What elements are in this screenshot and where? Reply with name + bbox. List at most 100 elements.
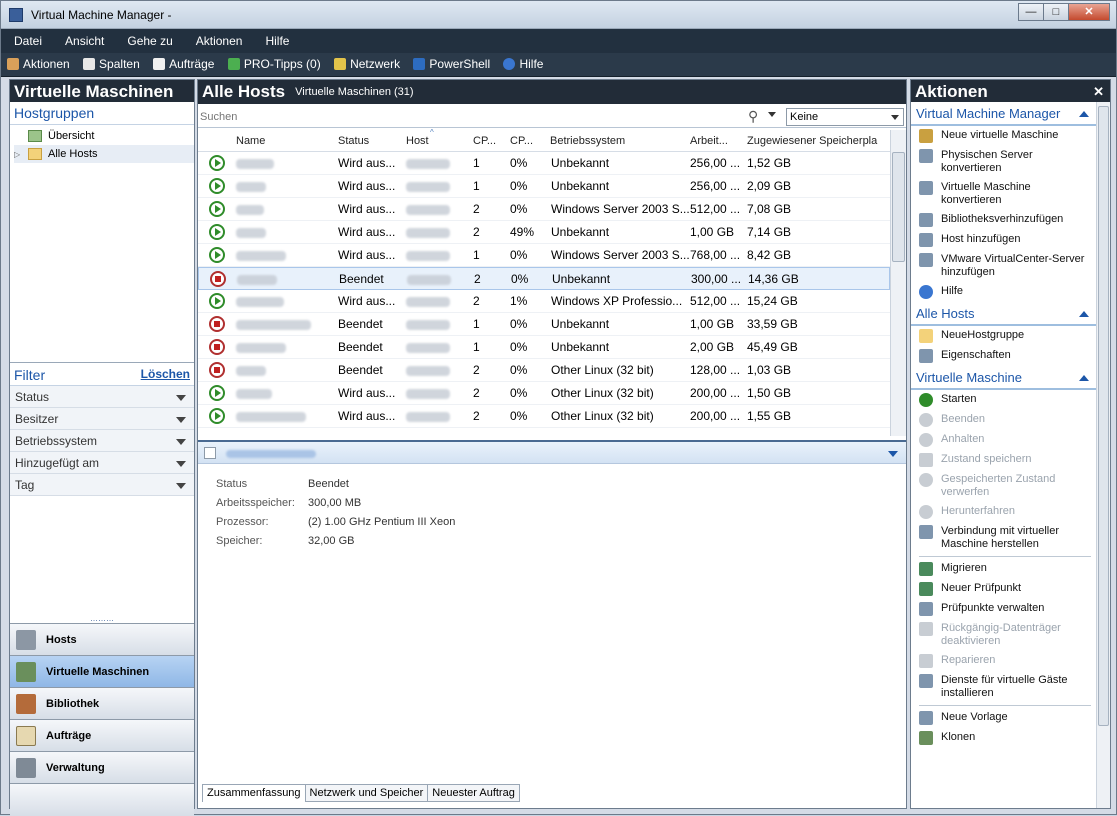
- action-item[interactable]: Prüfpunkte verwalten: [911, 599, 1097, 619]
- actions-scrollbar[interactable]: [1096, 102, 1110, 808]
- vm-name-redacted: [236, 320, 311, 330]
- search-input[interactable]: [200, 108, 744, 126]
- table-row[interactable]: Wird aus... 2 0% Windows Server 2003 S... 51…: [198, 198, 890, 221]
- filter-owner[interactable]: Besitzer: [10, 408, 194, 430]
- cell-cpu-count: 1: [473, 340, 480, 354]
- action-label: Prüfpunkte verwalten: [941, 602, 1045, 614]
- search-dropdown-icon[interactable]: [768, 112, 776, 117]
- close-pane-icon[interactable]: ✕: [1093, 84, 1104, 100]
- action-item[interactable]: Neue virtuelle Maschine: [911, 126, 1097, 146]
- menu-hilfe[interactable]: Hilfe: [252, 29, 299, 48]
- col-host[interactable]: Host: [406, 135, 429, 147]
- action-item[interactable]: Klonen: [911, 728, 1097, 748]
- host-name-redacted: [407, 275, 451, 285]
- action-item[interactable]: Bibliotheksverhinzufügen: [911, 210, 1097, 230]
- action-item[interactable]: Starten: [911, 390, 1097, 410]
- table-row[interactable]: Wird aus... 1 0% Unbekannt 256,00 ... 1,52 GB: [198, 152, 890, 175]
- col-name[interactable]: Name: [236, 135, 265, 147]
- cell-status: Wird aus...: [338, 225, 396, 239]
- nav-hosts[interactable]: Hosts: [10, 623, 194, 655]
- col-cpu-count[interactable]: CP...: [473, 135, 496, 147]
- table-row[interactable]: Wird aus... 2 0% Other Linux (32 bit) 200,00…: [198, 405, 890, 428]
- tab-summary[interactable]: Zusammenfassung: [202, 784, 306, 802]
- tab-latest-job[interactable]: Neuester Auftrag: [427, 784, 520, 802]
- col-os[interactable]: Betriebssystem: [550, 135, 625, 147]
- close-button[interactable]: ✕: [1068, 3, 1110, 21]
- toolbar-label: Aufträge: [169, 57, 215, 71]
- title-bar: Virtual Machine Manager - — □ ✕: [1, 1, 1116, 29]
- nav-jobs[interactable]: Aufträge: [10, 719, 194, 751]
- nav-administration[interactable]: Verwaltung: [10, 751, 194, 783]
- detail-value: Beendet: [308, 478, 349, 490]
- action-item[interactable]: Neue Vorlage: [911, 708, 1097, 728]
- filter-tag[interactable]: Tag: [10, 474, 194, 496]
- action-item[interactable]: NeueHostgruppe: [911, 326, 1097, 346]
- action-item[interactable]: Verbindung mit virtueller Maschine herst…: [911, 522, 1097, 554]
- filter-clear-link[interactable]: Löschen: [141, 367, 190, 382]
- maximize-button[interactable]: □: [1043, 3, 1069, 21]
- filter-added[interactable]: Hinzugefügt am: [10, 452, 194, 474]
- search-icon[interactable]: ⚲: [748, 108, 758, 125]
- cell-storage: 8,42 GB: [747, 248, 792, 262]
- table-row[interactable]: Wird aus... 2 49% Unbekannt 1,00 GB 7,14 GB: [198, 221, 890, 244]
- table-row[interactable]: Beendet 1 0% Unbekannt 2,00 GB 45,49 GB: [198, 336, 890, 359]
- filter-label: Filter: [14, 367, 46, 383]
- cell-cpu-count: 2: [473, 363, 480, 377]
- table-row[interactable]: Wird aus... 1 0% Unbekannt 256,00 ... 2,09 GB: [198, 175, 890, 198]
- action-item[interactable]: Virtuelle Maschine konvertieren: [911, 178, 1097, 210]
- nav-label: Aufträge: [46, 729, 92, 742]
- grid-scrollbar[interactable]: [890, 130, 906, 436]
- table-row[interactable]: Wird aus... 1 0% Windows Server 2003 S... 76…: [198, 244, 890, 267]
- filter-os[interactable]: Betriebssystem: [10, 430, 194, 452]
- actions-section-header[interactable]: Virtual Machine Manager: [911, 102, 1097, 126]
- filter-status[interactable]: Status: [10, 386, 194, 408]
- menu-ansicht[interactable]: Ansicht: [52, 29, 114, 48]
- wunderbar: ……… Hosts Virtuelle Maschinen Bibliothek…: [10, 615, 194, 816]
- action-item[interactable]: Eigenschaften: [911, 346, 1097, 366]
- col-memory[interactable]: Arbeit...: [690, 135, 728, 147]
- stop-icon: [919, 413, 933, 427]
- tree-item-overview[interactable]: Übersicht: [14, 127, 194, 145]
- minimize-button[interactable]: —: [1018, 3, 1044, 21]
- table-row[interactable]: Beendet 2 0% Unbekannt 300,00 ... 14,36 GB: [198, 267, 890, 290]
- scrollbar-thumb[interactable]: [892, 152, 905, 262]
- col-storage[interactable]: Zugewiesener Speicherpla: [747, 135, 877, 147]
- action-item[interactable]: Host hinzufügen: [911, 230, 1097, 250]
- col-status[interactable]: Status: [338, 135, 369, 147]
- host-name-redacted: [406, 320, 450, 330]
- toolbar-powershell-button[interactable]: PowerShell: [407, 53, 494, 71]
- action-item[interactable]: Hilfe: [911, 282, 1097, 302]
- stopped-icon: [209, 339, 225, 355]
- filter-select[interactable]: Keine: [786, 108, 904, 126]
- action-item[interactable]: VMware VirtualCenter-Server hinzufügen: [911, 250, 1097, 282]
- actions-section-header[interactable]: Virtuelle Maschine: [911, 366, 1097, 390]
- action-item[interactable]: Neuer Prüfpunkt: [911, 579, 1097, 599]
- tab-network-storage[interactable]: Netzwerk und Speicher: [304, 784, 429, 802]
- nav-virtual-machines[interactable]: Virtuelle Maschinen: [10, 655, 194, 687]
- action-item[interactable]: Physischen Server konvertieren: [911, 146, 1097, 178]
- expand-arrow-icon[interactable]: ▷: [14, 150, 28, 159]
- action-item[interactable]: Migrieren: [911, 559, 1097, 579]
- toolbar-network-button[interactable]: Netzwerk: [328, 53, 404, 71]
- connect-icon: [919, 525, 933, 539]
- toolbar-pro-tips-button[interactable]: PRO-Tipps (0): [222, 53, 325, 71]
- table-row[interactable]: Beendet 1 0% Unbekannt 1,00 GB 33,59 GB: [198, 313, 890, 336]
- action-item[interactable]: Dienste für virtuelle Gäste installieren: [911, 671, 1097, 703]
- col-cpu-usage[interactable]: CP...: [510, 135, 533, 147]
- table-row[interactable]: Wird aus... 2 1% Windows XP Professio... 512…: [198, 290, 890, 313]
- menu-gehe-zu[interactable]: Gehe zu: [114, 29, 182, 48]
- collapse-icon[interactable]: [888, 451, 898, 457]
- table-row[interactable]: Beendet 2 0% Other Linux (32 bit) 128,00 ...…: [198, 359, 890, 382]
- menu-datei[interactable]: Datei: [1, 29, 52, 48]
- menu-aktionen[interactable]: Aktionen: [183, 29, 253, 48]
- tree-item-all-hosts[interactable]: ▷ Alle Hosts: [14, 145, 194, 163]
- cell-cpu-count: 2: [473, 225, 480, 239]
- toolbar-jobs-button[interactable]: Aufträge: [147, 53, 218, 71]
- toolbar-actions-button[interactable]: Aktionen: [1, 53, 74, 71]
- toolbar-columns-button[interactable]: Spalten: [77, 53, 144, 71]
- toolbar-help-button[interactable]: Hilfe: [497, 53, 547, 71]
- table-row[interactable]: Wird aus... 2 0% Other Linux (32 bit) 200,00…: [198, 382, 890, 405]
- nav-library[interactable]: Bibliothek: [10, 687, 194, 719]
- actions-section-header[interactable]: Alle Hosts: [911, 302, 1097, 326]
- scrollbar-thumb[interactable]: [1098, 106, 1109, 726]
